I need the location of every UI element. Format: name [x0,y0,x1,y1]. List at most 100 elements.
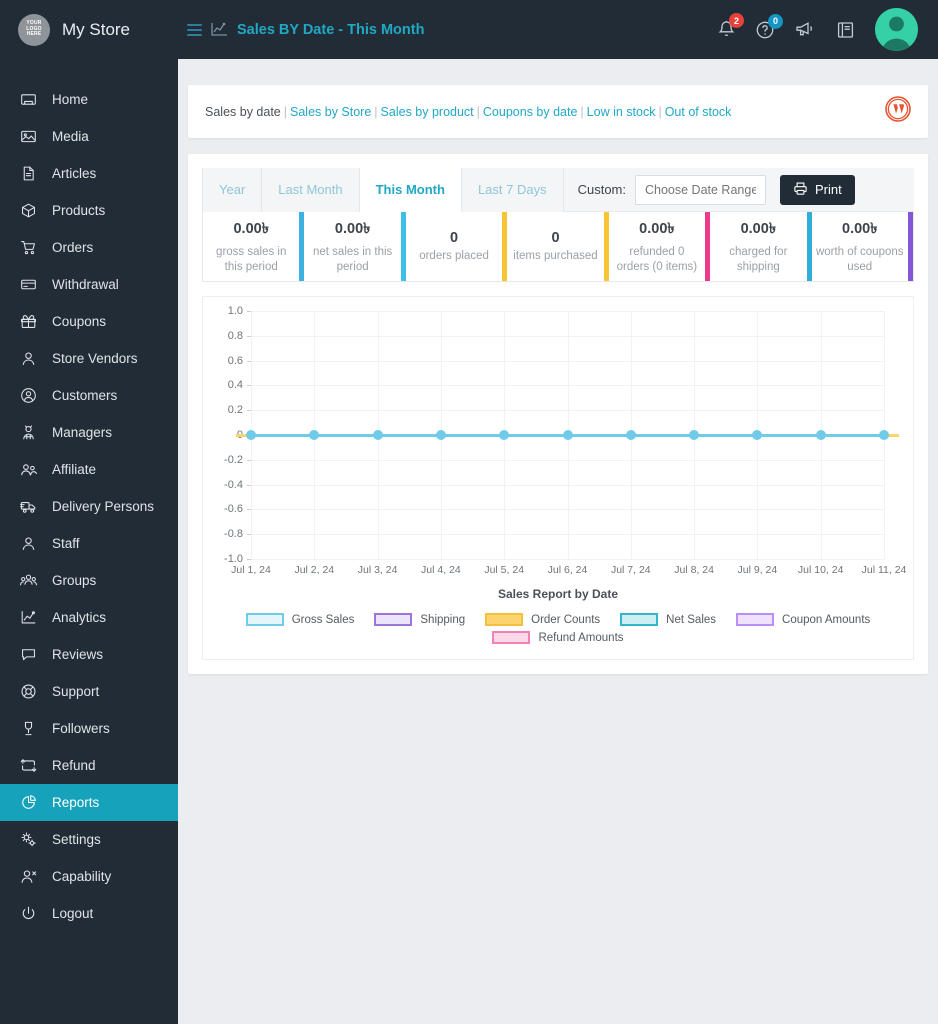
legend-row: Gross Sales Shipping Order Counts Net Sales… [213,613,903,626]
sidebar-item-customers[interactable]: Customers [0,377,178,414]
chart-x-label: Jul 11, 24 [861,564,907,576]
print-label: Print [815,182,842,197]
stat-value: 0.00৳ [740,221,777,237]
cart-icon [18,238,38,258]
chart-data-point[interactable] [372,430,383,440]
stat-label: worth of coupons used [815,246,904,273]
sidebar-item-home[interactable]: Home [0,81,178,118]
follower-icon [18,719,38,739]
chart-data-point[interactable] [625,430,636,440]
chart-data-point[interactable] [562,430,573,440]
book-icon[interactable] [837,21,854,39]
brand-block: YOUR LOGO HERE My Store [0,0,178,59]
chart-x-label: Jul 6, 24 [547,564,588,576]
breadcrumb-link-coupons-by-date[interactable]: Coupons by date [483,105,578,119]
breadcrumb-link-sales-by-store[interactable]: Sales by Store [290,105,371,119]
top-header: YOUR LOGO HERE My Store Sales BY Date - … [0,0,938,59]
sidebar-item-coupons[interactable]: Coupons [0,303,178,340]
sidebar-item-affiliate[interactable]: Affiliate [0,451,178,488]
legend-swatch [620,613,659,626]
period-tabs: Year Last Month This Month Last 7 Days Cust… [202,167,914,212]
stat-card: 0 items purchased [507,212,609,281]
sidebar-item-groups[interactable]: Groups [0,562,178,599]
breadcrumb-link-low-in-stock[interactable]: Low in stock [587,105,656,119]
media-icon [18,127,38,147]
stat-label: charged for shipping [729,246,788,273]
megaphone-icon[interactable] [795,21,816,38]
legend-item-coupon-amounts[interactable]: Coupon Amounts [736,613,870,626]
stat-card: 0.00৳ net sales in this period [304,212,406,281]
sidebar-item-label: Store Vendors [52,351,138,366]
sidebar-item-capability[interactable]: Capability [0,858,178,895]
page-title: Sales BY Date - This Month [237,21,425,38]
chart-data-point[interactable] [689,430,700,440]
sidebar-item-refund[interactable]: Refund [0,747,178,784]
sidebar-item-reviews[interactable]: Reviews [0,636,178,673]
chart-data-point[interactable] [499,430,510,440]
stat-label: refunded 0 orders (0 items) [616,246,698,273]
sidebar-item-logout[interactable]: Logout [0,895,178,932]
date-range-input[interactable] [635,174,766,205]
chart-data-point[interactable] [879,430,889,440]
sidebar-item-support[interactable]: Support [0,673,178,710]
chart-data-point[interactable] [435,430,446,440]
sidebar-item-label: Customers [52,388,118,403]
tab-this-month[interactable]: This Month [359,168,462,212]
breadcrumb-link-sales-by-product[interactable]: Sales by product [381,105,474,119]
tab-year[interactable]: Year [202,167,263,212]
legend-swatch [374,613,413,626]
stat-card: 0.00৳ worth of coupons used [812,212,913,281]
sidebar-item-media[interactable]: Media [0,118,178,155]
sidebar-item-store-vendors[interactable]: Store Vendors [0,340,178,377]
chart-data-point[interactable] [246,430,256,440]
chart-y-label: -0.4 [224,478,243,491]
legend-label: Refund Amounts [538,631,624,644]
sidebar-item-delivery-persons[interactable]: Delivery Persons [0,488,178,525]
legend-label: Net Sales [666,613,717,626]
tab-last-7-days[interactable]: Last 7 Days [461,167,564,212]
breadcrumb-separator: | [580,104,584,119]
bell-icon[interactable]: 2 [718,13,744,39]
help-icon[interactable]: 0 [756,13,783,39]
chart-data-point[interactable] [309,430,320,440]
stat-label: gross sales in this period [216,246,287,273]
tab-last-month[interactable]: Last Month [262,167,360,212]
chart-data-point[interactable] [815,430,826,440]
main-content: Sales by date | Sales by Store | Sales by pr… [178,59,938,1024]
chart-data-point[interactable] [752,430,763,440]
stat-value: 0.00৳ [233,221,269,237]
sidebar-item-managers[interactable]: Managers [0,414,178,451]
print-button[interactable]: Print [780,174,855,205]
sidebar-item-staff[interactable]: Staff [0,525,178,562]
sidebar-item-label: Products [52,203,106,218]
chart-x-label: Jul 1, 24 [231,564,271,576]
breadcrumb-link-out-of-stock[interactable]: Out of stock [665,105,732,119]
sidebar-item-products[interactable]: Products [0,192,178,229]
legend-label: Order Counts [531,613,601,626]
breadcrumb-separator: | [374,104,378,119]
sidebar-item-label: Orders [52,240,94,255]
sidebar-item-withdrawal[interactable]: Withdrawal [0,266,178,303]
menu-icon[interactable] [187,23,202,36]
legend-item-gross-sales[interactable]: Gross Sales [245,613,354,626]
sidebar-item-settings[interactable]: Settings [0,821,178,858]
sidebar-item-label: Followers [52,721,110,736]
document-icon [18,164,38,184]
sidebar-item-analytics[interactable]: Analytics [0,599,178,636]
stat-card: 0.00৳ gross sales in this period [203,212,305,281]
sidebar-item-followers[interactable]: Followers [0,710,178,747]
store-name: My Store [62,19,131,39]
avatar[interactable] [875,8,918,51]
sidebar-item-label: Withdrawal [52,277,119,292]
sidebar-item-reports[interactable]: Reports [0,784,178,821]
sidebar-item-orders[interactable]: Orders [0,229,178,266]
legend-item-refund-amounts[interactable]: Refund Amounts [492,631,624,644]
sidebar-item-articles[interactable]: Articles [0,155,178,192]
legend-item-order-counts[interactable]: Order Counts [485,613,600,626]
chart-x-label: Jul 10, 24 [797,564,844,576]
manager-icon [18,423,38,443]
chart-x-label: Jul 2, 24 [294,564,335,576]
legend-item-net-sales[interactable]: Net Sales [620,613,716,626]
legend-item-shipping[interactable]: Shipping [374,613,465,626]
lifebuoy-icon [18,682,38,702]
